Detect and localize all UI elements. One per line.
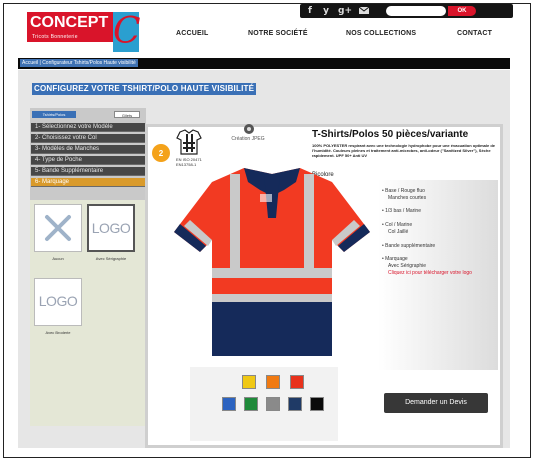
nav-notre-societe[interactable]: NOTRE SOCIÉTÉ [248,30,308,37]
spec-base-sub: Manches courtes [388,195,427,201]
color-swatch-black[interactable] [310,397,324,411]
request-quote-button[interactable]: Demander un Devis [384,393,488,413]
option-broderie[interactable]: LOGO [34,278,82,326]
upload-logo-link[interactable]: Cliquez ici pour télécharger votre logo [388,270,488,276]
creation-jpeg-label[interactable]: Création JPEG [228,136,268,142]
mail-icon[interactable] [358,4,370,18]
step-bande[interactable]: 5- Bande Supplémentaire [31,167,145,176]
logo-mark: C [113,11,141,52]
step-manches[interactable]: 3- Modèles de Manches [31,145,145,154]
breadcrumb[interactable]: Accueil | Configurateur Tshirts/Polos Ha… [20,59,138,67]
facebook-icon[interactable]: f [304,4,316,18]
color-swatch-green[interactable] [244,397,258,411]
color-swatch-grey[interactable] [266,397,280,411]
color-swatch-blue[interactable] [222,397,236,411]
twitter-icon[interactable]: y [320,4,332,18]
spec-col-sub: Col Jaillé [388,229,409,235]
option-serigraphie-label: Avec Sérigraphie [95,256,127,261]
step-modele[interactable]: 1- Sélectionnez votre Modèle [31,123,145,132]
page-title: CONFIGUREZ VOTRE TSHIRT/POLO HAUTE VISIB… [32,83,257,95]
product-description: 100% POLYESTER respirant avec une techno… [312,143,496,158]
nav-nos-collections[interactable]: NOS COLLECTIONS [346,30,416,37]
option-serigraphie[interactable]: LOGO [87,204,135,252]
step-poche[interactable]: 4- Type de Poche [31,156,145,165]
color-swatch-orange[interactable] [266,375,280,389]
color-swatch-yellow[interactable] [242,375,256,389]
breadcrumb-bar: Accueil | Configurateur Tshirts/Polos Ha… [18,58,510,69]
color-swatch-navy[interactable] [288,397,302,411]
creation-camera-icon [243,123,255,135]
step-col[interactable]: 2- Choisissez votre Col [31,134,145,143]
product-title: T-Shirts/Polos 50 pièces/variante [312,129,469,140]
class-badge-icon: 2 [151,143,171,163]
none-x-icon [45,215,71,241]
color-swatch-red[interactable] [290,375,304,389]
search-input[interactable] [386,6,446,16]
color-palette [190,367,338,441]
google-plus-icon[interactable]: g+ [338,4,352,18]
nav-accueil[interactable]: ACCUEIL [176,30,209,37]
polo-shirt-illustration [172,160,372,360]
spec-bas: • 1/3 bas / Marine [382,208,421,214]
option-broderie-logo: LOGO [38,293,78,309]
spec-marquage: • Marquage [382,256,408,262]
logo-tagline: Tricots Bonneterie [32,34,78,40]
hi-vis-pictogram-icon [174,128,204,156]
social-bar: f y g+ OK [300,4,513,18]
spec-base: • Base / Rouge fluo [382,188,425,194]
tab-tshirts-polos[interactable]: Tshirts/Polos [32,111,76,118]
tab-gilets[interactable]: Gilets [114,111,140,118]
search-ok-button[interactable]: OK [448,6,476,16]
spec-col: • Col / Marine [382,222,413,228]
site-logo[interactable]: CONCEPT Tricots Bonneterie C [27,12,142,54]
spec-bande: • Bande supplémentaire [382,243,436,249]
option-aucun-label: Aucun [52,256,64,261]
step-marquage[interactable]: 6- Marquage [31,178,145,187]
option-serigraphie-logo: LOGO [91,220,131,236]
option-broderie-label: Avec Broderie [45,330,71,335]
spec-marquage-sub: Avec Sérigraphie [388,263,426,269]
svg-text:2: 2 [159,149,164,158]
nav-contact[interactable]: CONTACT [457,30,492,37]
option-aucun[interactable] [34,204,82,252]
